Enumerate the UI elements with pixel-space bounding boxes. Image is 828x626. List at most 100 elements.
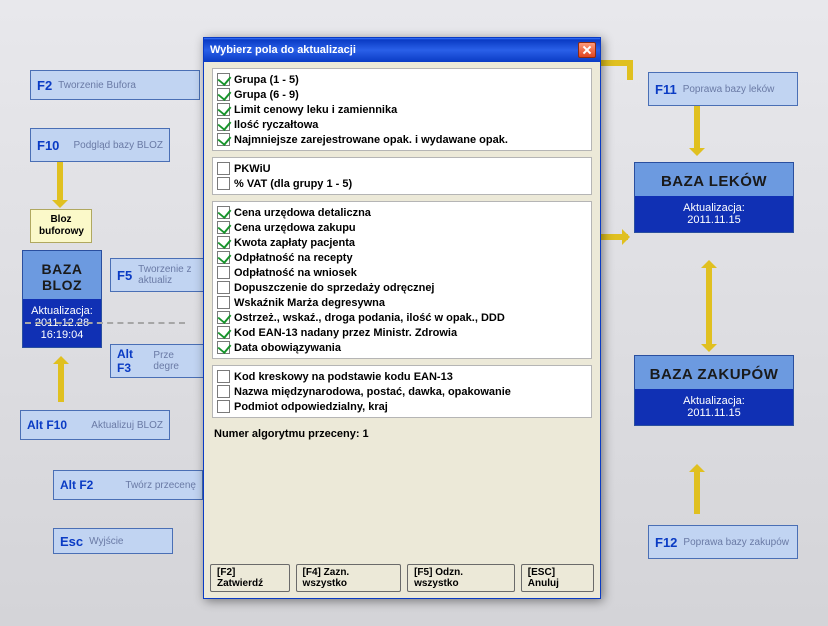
altf3-key: Alt F3: [117, 347, 147, 375]
checkbox[interactable]: [217, 103, 230, 116]
f5-box[interactable]: F5 Tworzenie z aktualiz: [110, 258, 205, 292]
f2-box[interactable]: F2 Tworzenie Bufora: [30, 70, 200, 100]
check-label: PKWiU: [234, 163, 271, 175]
checkbox[interactable]: [217, 206, 230, 219]
arrow-head-icon: [689, 148, 705, 164]
check-label: % VAT (dla grupy 1 - 5): [234, 178, 352, 190]
f11-key: F11: [655, 82, 677, 97]
check-row[interactable]: Data obowiązywania: [217, 340, 587, 355]
arrow-head-icon: [622, 229, 638, 245]
check-row[interactable]: Nazwa międzynarodowa, postać, dawka, opa…: [217, 384, 587, 399]
altf2-box[interactable]: Alt F2 Twórz przecenę: [53, 470, 203, 500]
checkbox[interactable]: [217, 118, 230, 131]
check-label: Najmniejsze zarejestrowane opak. i wydaw…: [234, 134, 508, 146]
checkbox[interactable]: [217, 326, 230, 339]
check-label: Ostrzeż., wskaź., droga podania, ilość w…: [234, 312, 505, 324]
checkbox[interactable]: [217, 133, 230, 146]
arrow-head-icon: [52, 200, 68, 216]
altf3-desc: Prze degre: [153, 350, 198, 372]
check-row[interactable]: Dopuszczenie do sprzedaży odręcznej: [217, 280, 587, 295]
arrow: [58, 362, 64, 402]
arrow: [706, 266, 712, 346]
check-group: Kod kreskowy na podstawie kodu EAN-13Naz…: [212, 365, 592, 418]
f11-box[interactable]: F11 Poprawa bazy leków: [648, 72, 798, 106]
check-label: Kod kreskowy na podstawie kodu EAN-13: [234, 371, 453, 383]
arrow: [600, 60, 630, 66]
altf3-box[interactable]: Alt F3 Prze degre: [110, 344, 205, 378]
cancel-button[interactable]: [ESC] Anuluj: [521, 564, 594, 592]
check-row[interactable]: Kod kreskowy na podstawie kodu EAN-13: [217, 369, 587, 384]
check-row[interactable]: Cena urzędowa detaliczna: [217, 205, 587, 220]
check-row[interactable]: Cena urzędowa zakupu: [217, 220, 587, 235]
checkbox[interactable]: [217, 341, 230, 354]
checkbox[interactable]: [217, 236, 230, 249]
check-row[interactable]: Kod EAN-13 nadany przez Ministr. Zdrowia: [217, 325, 587, 340]
check-row[interactable]: Ostrzeż., wskaź., droga podania, ilość w…: [217, 310, 587, 325]
check-label: Grupa (6 - 9): [234, 89, 299, 101]
dialog-update-fields: Wybierz pola do aktualizacji Grupa (1 - …: [203, 37, 601, 599]
checkbox[interactable]: [217, 73, 230, 86]
dialog-title: Wybierz pola do aktualizacji: [210, 44, 578, 56]
arrow-head-icon: [53, 348, 69, 364]
check-row[interactable]: PKWiU: [217, 161, 587, 176]
checkbox[interactable]: [217, 221, 230, 234]
f12-desc: Poprawa bazy zakupów: [683, 537, 789, 548]
checkbox[interactable]: [217, 251, 230, 264]
check-row[interactable]: Wskaźnik Marża degresywna: [217, 295, 587, 310]
button-row: [F2] Zatwierdź [F4] Zazn. wszystko [F5] …: [204, 560, 600, 598]
arrow: [694, 470, 700, 514]
dialog-body: Grupa (1 - 5) Grupa (6 - 9)Limit cenowy l…: [204, 62, 600, 560]
check-group: Cena urzędowa detaliczna Cena urzędowa za…: [212, 201, 592, 359]
arrow-head-icon: [701, 252, 717, 268]
algorithm-number: Numer algorytmu przeceny: 1: [212, 424, 592, 446]
confirm-button[interactable]: [F2] Zatwierdź: [210, 564, 290, 592]
check-group: PKWiU % VAT (dla grupy 1 - 5): [212, 157, 592, 195]
f10-box[interactable]: F10 Podgląd bazy BLOZ: [30, 128, 170, 162]
checkbox[interactable]: [217, 311, 230, 324]
esc-box[interactable]: Esc Wyjście: [53, 528, 173, 554]
arrow: [694, 106, 700, 150]
check-row[interactable]: Najmniejsze zarejestrowane opak. i wydaw…: [217, 132, 587, 147]
baza-zakupow: BAZA ZAKUPÓW Aktualizacja: 2011.11.15: [634, 355, 794, 426]
arrow-head-icon: [701, 344, 717, 360]
baza-lekow: BAZA LEKÓW Aktualizacja: 2011.11.15: [634, 162, 794, 233]
check-row[interactable]: Podmiot odpowiedzialny, kraj: [217, 399, 587, 414]
checkbox[interactable]: [217, 385, 230, 398]
checkbox[interactable]: [217, 88, 230, 101]
check-row[interactable]: Kwota zapłaty pacjenta: [217, 235, 587, 250]
baza-zakupow-title: BAZA ZAKUPÓW: [635, 356, 793, 389]
close-button[interactable]: [578, 42, 596, 58]
check-label: Grupa (1 - 5): [234, 74, 299, 86]
check-label: Cena urzędowa detaliczna: [234, 207, 371, 219]
check-row[interactable]: Ilość ryczałtowa: [217, 117, 587, 132]
check-label: Odpłatność na recepty: [234, 252, 353, 264]
arrow: [57, 162, 63, 202]
check-label: Ilość ryczałtowa: [234, 119, 318, 131]
check-row[interactable]: Limit cenowy leku i zamiennika: [217, 102, 587, 117]
check-row[interactable]: Grupa (6 - 9): [217, 87, 587, 102]
deselect-all-button[interactable]: [F5] Odzn. wszystko: [407, 564, 515, 592]
check-row[interactable]: % VAT (dla grupy 1 - 5): [217, 176, 587, 191]
checkbox[interactable]: [217, 400, 230, 413]
check-label: Cena urzędowa zakupu: [234, 222, 356, 234]
f12-box[interactable]: F12 Poprawa bazy zakupów: [648, 525, 798, 559]
select-all-button[interactable]: [F4] Zazn. wszystko: [296, 564, 402, 592]
arrow-head-icon: [689, 456, 705, 472]
check-row[interactable]: Odpłatność na wniosek: [217, 265, 587, 280]
check-row[interactable]: Grupa (1 - 5): [217, 72, 587, 87]
altf10-desc: Aktualizuj BLOZ: [73, 420, 163, 431]
titlebar: Wybierz pola do aktualizacji: [204, 38, 600, 62]
f2-key: F2: [37, 78, 52, 93]
checkbox[interactable]: [217, 162, 230, 175]
check-label: Wskaźnik Marża degresywna: [234, 297, 385, 309]
altf10-box[interactable]: Alt F10 Aktualizuj BLOZ: [20, 410, 170, 440]
checkbox[interactable]: [217, 281, 230, 294]
checkbox[interactable]: [217, 177, 230, 190]
checkbox[interactable]: [217, 266, 230, 279]
baza-lekow-sub: Aktualizacja: 2011.11.15: [635, 196, 793, 232]
checkbox[interactable]: [217, 296, 230, 309]
check-row[interactable]: Odpłatność na recepty: [217, 250, 587, 265]
checkbox[interactable]: [217, 370, 230, 383]
check-label: Dopuszczenie do sprzedaży odręcznej: [234, 282, 435, 294]
baza-bloz-title: BAZA BLOZ: [23, 251, 101, 299]
